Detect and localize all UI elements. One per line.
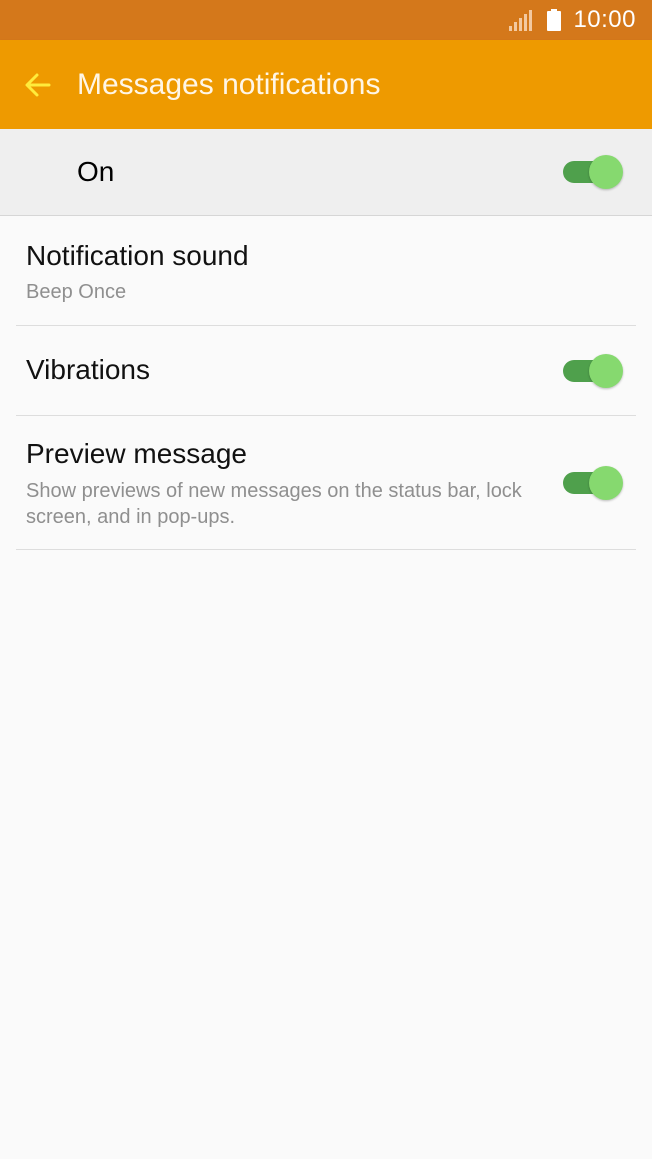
app-bar: Messages notifications (0, 40, 652, 129)
vibrations-title: Vibrations (26, 354, 151, 385)
back-arrow-icon (25, 73, 51, 97)
vibrations-toggle[interactable] (563, 352, 623, 388)
clock: 10:00 (573, 6, 636, 33)
status-icons: 10:00 (509, 0, 636, 40)
vibrations-item[interactable]: Vibrations (0, 326, 652, 415)
notification-sound-item[interactable]: Notification sound Beep Once (0, 216, 652, 325)
preview-message-title: Preview message (26, 438, 247, 469)
master-switch-toggle[interactable] (563, 153, 623, 189)
page-title: Messages notifications (77, 68, 381, 101)
preview-message-item[interactable]: Preview message Show previews of new mes… (0, 416, 652, 549)
back-button[interactable] (14, 62, 62, 108)
notification-sound-title: Notification sound (26, 240, 249, 271)
toggle-thumb (589, 466, 623, 500)
divider (16, 549, 636, 550)
toggle-thumb (589, 155, 623, 189)
status-bar: 10:00 (0, 0, 652, 40)
notification-sound-value: Beep Once (26, 281, 127, 303)
battery-icon (547, 9, 562, 31)
toggle-thumb (589, 354, 623, 388)
signal-bars-icon (509, 10, 533, 31)
master-switch-row[interactable]: On (0, 129, 652, 216)
master-switch-label: On (77, 156, 115, 187)
preview-message-toggle[interactable] (563, 464, 623, 500)
preview-message-description: Show previews of new messages on the sta… (26, 480, 522, 528)
